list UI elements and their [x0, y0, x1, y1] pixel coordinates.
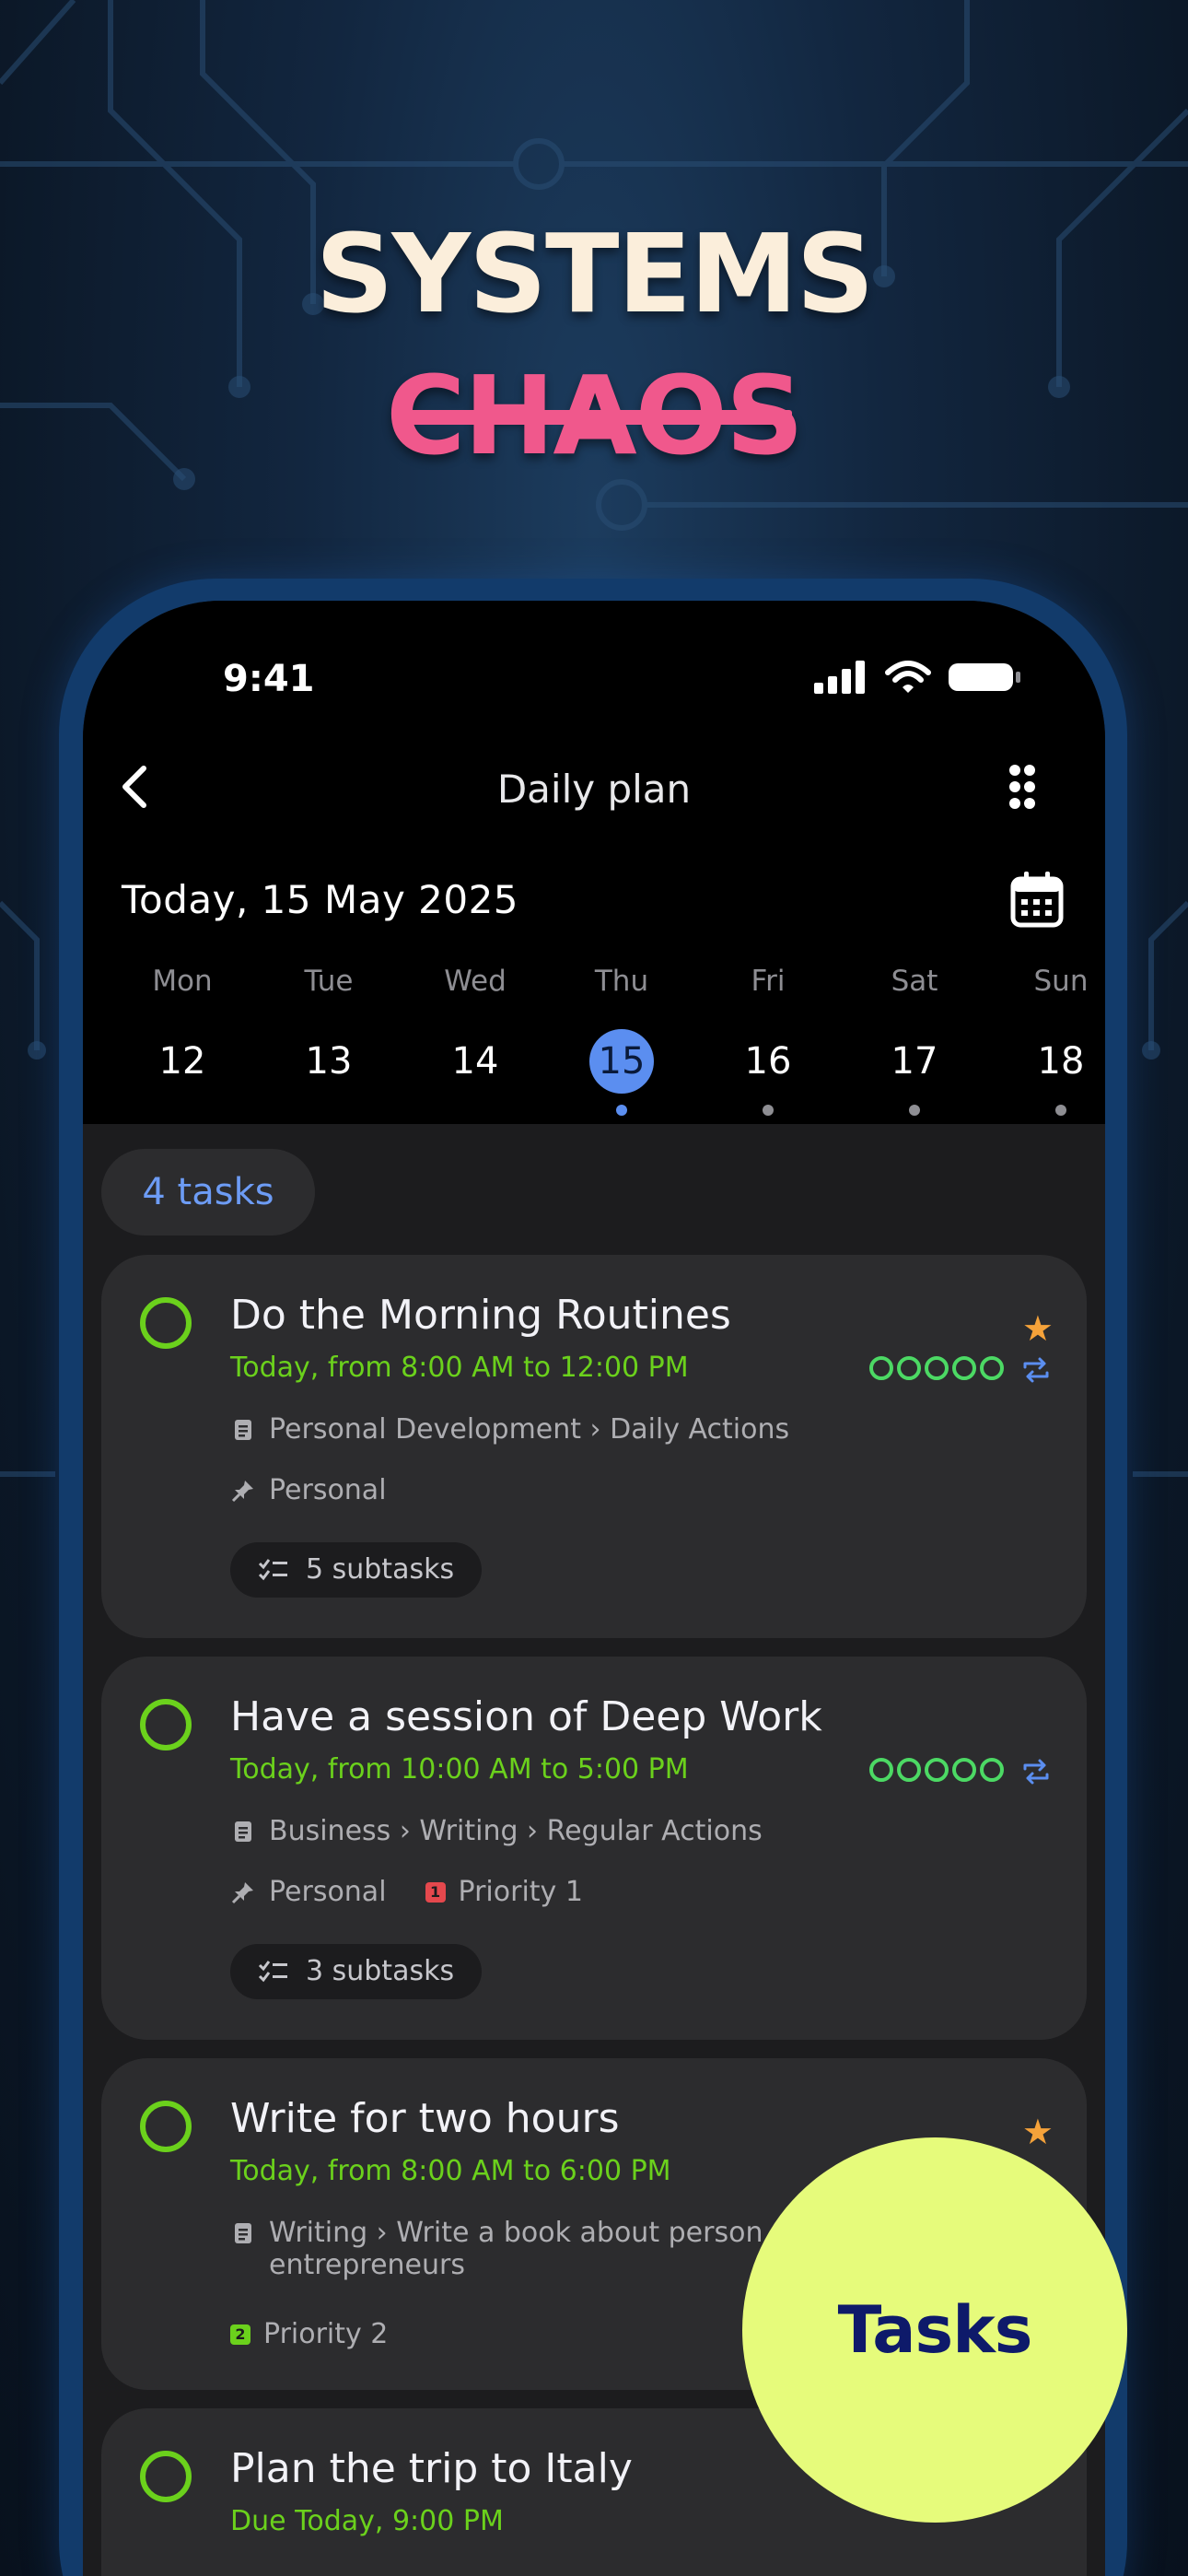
- task-card[interactable]: Do the Morning Routines Today, from 8:00…: [101, 1255, 1087, 1638]
- subtasks-label: 3 subtasks: [306, 1955, 455, 1987]
- task-title: Have a session of Deep Work: [230, 1693, 822, 1740]
- repeat-icon: [1023, 1357, 1049, 1383]
- document-icon: [235, 1419, 251, 1440]
- day-name: Mon: [152, 965, 213, 998]
- task-time: Today, from 8:00 AM to 6:00 PM: [230, 2155, 671, 2187]
- path-text-line1: Writing › Write a book about person: [269, 2217, 763, 2249]
- day-fri[interactable]: Fri 16: [704, 965, 833, 1116]
- tag-text: Personal: [269, 1474, 387, 1506]
- document-icon: [235, 2223, 251, 2243]
- day-name: Thu: [594, 965, 649, 998]
- subtasks-button[interactable]: 3 subtasks: [230, 1944, 483, 1999]
- task-time: Today, from 10:00 AM to 5:00 PM: [230, 1753, 689, 1786]
- day-dot: [909, 1105, 920, 1116]
- day-number: 18: [1037, 1040, 1085, 1083]
- chaos-strikethrough: [405, 410, 792, 425]
- day-sat[interactable]: Sat 17: [850, 965, 979, 1116]
- day-dot: [763, 1105, 774, 1116]
- subtasks-label: 5 subtasks: [306, 1553, 455, 1586]
- star-icon[interactable]: ★: [1022, 2112, 1054, 2152]
- task-time: Today, from 8:00 AM to 12:00 PM: [230, 1352, 689, 1384]
- day-number: 16: [744, 1040, 792, 1083]
- checklist-icon: [258, 1961, 287, 1983]
- signal-icon: [814, 661, 865, 694]
- day-dot: [470, 1105, 481, 1116]
- week-strip: Mon 12 Tue 13 Wed 14 Thu 15 Fri 16 Sat 1…: [92, 965, 1105, 1116]
- day-name: Sat: [891, 965, 938, 998]
- day-dot: [1055, 1105, 1066, 1116]
- day-thu[interactable]: Thu 15: [557, 965, 686, 1116]
- task-tags: Personal: [230, 1474, 387, 1506]
- repeat-icon: [1023, 1759, 1049, 1785]
- day-dot: [323, 1105, 334, 1116]
- priority-1-icon: 1: [425, 1881, 446, 1903]
- status-time: 9:41: [223, 658, 315, 700]
- task-tags: 2 Priority 2: [230, 2318, 388, 2350]
- task-title: Do the Morning Routines: [230, 1292, 731, 1339]
- task-tags: Personal 1 Priority 1: [230, 1876, 583, 1908]
- task-project-path: Personal Development › Daily Actions: [230, 1413, 789, 1446]
- tag-text: Personal: [269, 1876, 387, 1908]
- status-icons: [814, 660, 1022, 695]
- wifi-icon: [885, 661, 931, 693]
- document-icon: [235, 1821, 251, 1842]
- page-title: Daily plan: [496, 767, 692, 812]
- task-card[interactable]: Have a session of Deep Work Today, from …: [101, 1657, 1087, 2040]
- habit-circles: [869, 1356, 1004, 1380]
- calendar-icon[interactable]: [1009, 870, 1065, 929]
- path-text: Business › Writing › Regular Actions: [269, 1815, 763, 1847]
- star-icon[interactable]: ★: [1022, 1308, 1054, 1349]
- tasks-fab-button[interactable]: Tasks: [742, 2137, 1127, 2523]
- pin-icon: [231, 1480, 253, 1502]
- task-title: Plan the trip to Italy: [230, 2445, 633, 2492]
- habit-circles: [869, 1758, 1004, 1782]
- task-project-path: Business › Writing › Regular Actions: [230, 1815, 763, 1847]
- grid-menu-icon[interactable]: [995, 759, 1050, 814]
- checklist-icon: [258, 1559, 287, 1581]
- path-text: Personal Development › Daily Actions: [269, 1413, 790, 1446]
- task-checkbox[interactable]: [140, 1297, 192, 1349]
- headline-systems: SYSTEMS: [315, 210, 875, 337]
- tasks-count-badge[interactable]: 4 tasks: [101, 1149, 315, 1235]
- task-checkbox[interactable]: [140, 2451, 192, 2502]
- day-number: 12: [158, 1040, 206, 1083]
- day-number: 14: [451, 1040, 499, 1083]
- subtasks-button[interactable]: 5 subtasks: [230, 1542, 483, 1598]
- pin-icon: [231, 1881, 253, 1903]
- priority-2-icon: 2: [230, 2324, 250, 2345]
- task-checkbox[interactable]: [140, 1699, 192, 1751]
- priority-text: Priority 2: [263, 2318, 389, 2350]
- day-dot: [177, 1105, 188, 1116]
- day-name: Wed: [444, 965, 507, 998]
- day-number: 13: [305, 1040, 353, 1083]
- day-name: Sun: [1033, 965, 1089, 998]
- day-mon[interactable]: Mon 12: [118, 965, 247, 1116]
- day-sun[interactable]: Sun 18: [996, 965, 1105, 1116]
- task-time: Due Today, 9:00 PM: [230, 2505, 504, 2537]
- day-wed[interactable]: Wed 14: [411, 965, 540, 1116]
- day-name: Tue: [304, 965, 354, 998]
- day-number-selected: 15: [589, 1029, 654, 1094]
- day-number: 17: [891, 1040, 938, 1083]
- date-header: Today, 15 May 2025: [122, 877, 519, 922]
- battery-icon: [949, 663, 1020, 691]
- day-name: Fri: [751, 965, 786, 998]
- day-tue[interactable]: Tue 13: [264, 965, 393, 1116]
- priority-text: Priority 1: [458, 1876, 583, 1908]
- day-dot: [616, 1105, 627, 1116]
- path-text-line2: entrepreneurs: [269, 2249, 465, 2281]
- task-checkbox[interactable]: [140, 2101, 192, 2152]
- task-title: Write for two hours: [230, 2095, 620, 2142]
- task-project-path: Writing › Write a book about person entr…: [230, 2217, 763, 2281]
